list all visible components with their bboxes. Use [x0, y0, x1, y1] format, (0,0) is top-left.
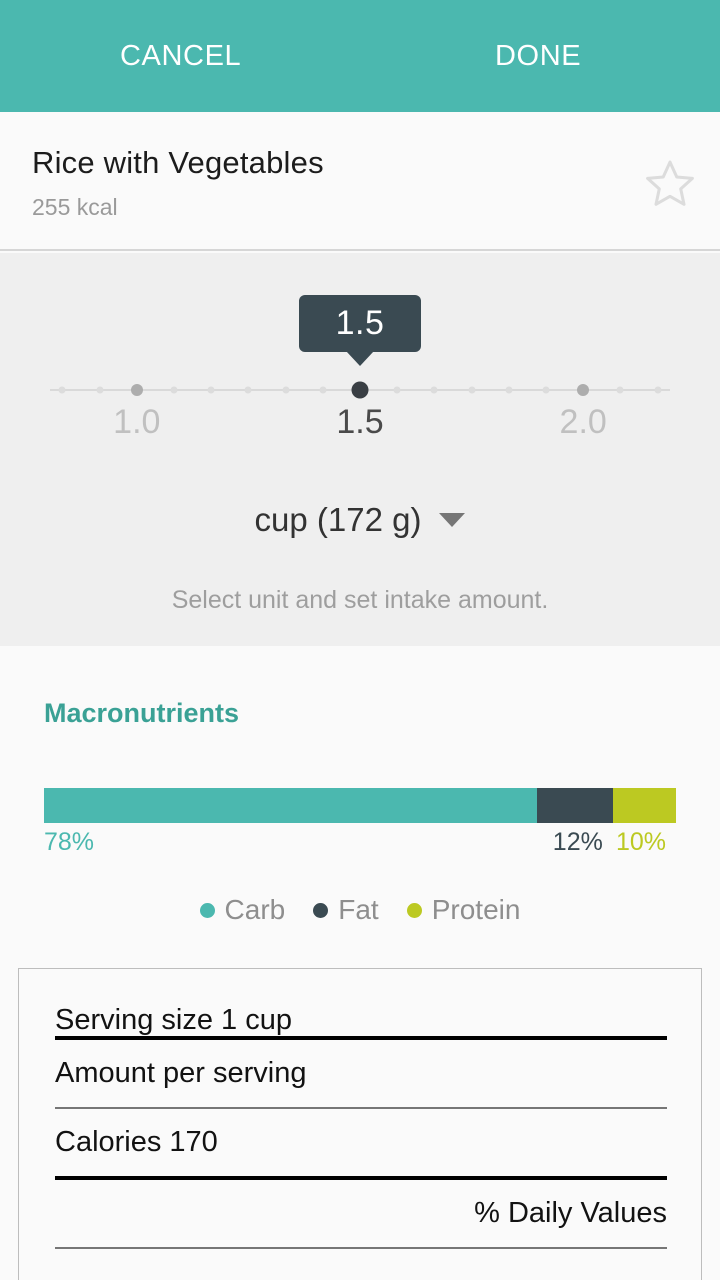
slider-tick-12 — [505, 386, 513, 394]
legend-item-carb: Carb — [199, 894, 286, 926]
slider-tick-3 — [170, 386, 178, 394]
legend-item-fat: Fat — [313, 894, 379, 926]
slider-tick-5 — [244, 386, 252, 394]
legend-dot-fat-icon — [313, 902, 329, 918]
slider-tick-2 — [130, 384, 143, 396]
legend-label-carb: Carb — [224, 894, 286, 925]
calories-row: Calories 170 — [55, 1126, 218, 1158]
food-intake-editor-screen: CANCEL DONE Rice with Vegetables 255 kca… — [0, 0, 720, 1280]
macronutrients-section: Macronutrients 78% 12% 10% Carb Fat Protein — [0, 646, 720, 956]
slider-tick-0 — [58, 386, 66, 394]
amount-slider[interactable] — [0, 378, 720, 402]
top-action-bar: CANCEL DONE — [0, 0, 720, 112]
food-header: Rice with Vegetables 255 kcal — [0, 112, 720, 251]
slider-tick-11 — [468, 386, 476, 394]
cancel-button[interactable]: CANCEL — [120, 0, 241, 112]
macro-percent-protein: 10% — [616, 828, 667, 856]
slider-tick-8[interactable] — [351, 381, 369, 399]
chevron-down-icon — [439, 513, 466, 527]
slider-tick-13 — [542, 386, 550, 394]
food-title: Rice with Vegetables — [32, 145, 324, 180]
slider-tick-4 — [207, 386, 215, 394]
slider-scale-label-1.0: 1.0 — [113, 403, 161, 441]
food-calories: 255 kcal — [32, 194, 118, 220]
slider-value-tooltip: 1.5 — [299, 295, 421, 352]
macro-segment-fat — [536, 788, 613, 823]
legend-item-protein: Protein — [406, 894, 521, 926]
unit-selector[interactable]: cup (172 g) — [0, 501, 720, 539]
slider-scale-label-2.0: 2.0 — [559, 403, 607, 441]
macro-percent-carb: 78% — [44, 828, 95, 856]
slider-tick-9 — [393, 386, 401, 394]
slider-tick-16 — [654, 386, 662, 394]
serving-size-row: Serving size 1 cup — [55, 1004, 292, 1036]
macro-segment-carb — [44, 788, 537, 823]
legend-label-protein: Protein — [431, 894, 521, 925]
macronutrient-percent-labels: 78% 12% 10% — [44, 828, 676, 862]
macro-percent-fat: 12% — [552, 828, 603, 856]
slider-tick-14 — [577, 384, 590, 396]
legend-label-fat: Fat — [338, 894, 379, 925]
slider-scale-label-1.5: 1.5 — [336, 403, 384, 441]
serving-amount-panel: 1.5 1.0 1.5 2.0 cup (172 g) Select unit an… — [0, 253, 720, 646]
slider-tick-15 — [616, 386, 624, 394]
serving-hint-text: Select unit and set intake amount. — [171, 586, 549, 614]
slider-tick-10 — [430, 386, 438, 394]
daily-values-header: % Daily Values — [474, 1197, 667, 1229]
amount-per-serving-row: Amount per serving — [55, 1057, 307, 1089]
facts-divider-thin-2 — [55, 1247, 667, 1249]
done-button[interactable]: DONE — [495, 0, 581, 112]
favorite-star-icon[interactable] — [642, 156, 698, 212]
unit-selector-label: cup (172 g) — [254, 501, 422, 538]
macro-segment-protein — [612, 788, 676, 823]
macronutrients-title: Macronutrients — [44, 698, 240, 728]
slider-tick-7 — [319, 386, 327, 394]
macronutrient-stacked-bar — [44, 788, 676, 823]
slider-tick-6 — [282, 386, 290, 394]
legend-dot-protein-icon — [406, 902, 422, 918]
nutrition-facts-card: Serving size 1 cup Amount per serving Ca… — [18, 968, 702, 1280]
macronutrient-legend: Carb Fat Protein — [0, 894, 720, 926]
slider-tick-1 — [96, 386, 104, 394]
legend-dot-carb-icon — [199, 902, 215, 918]
